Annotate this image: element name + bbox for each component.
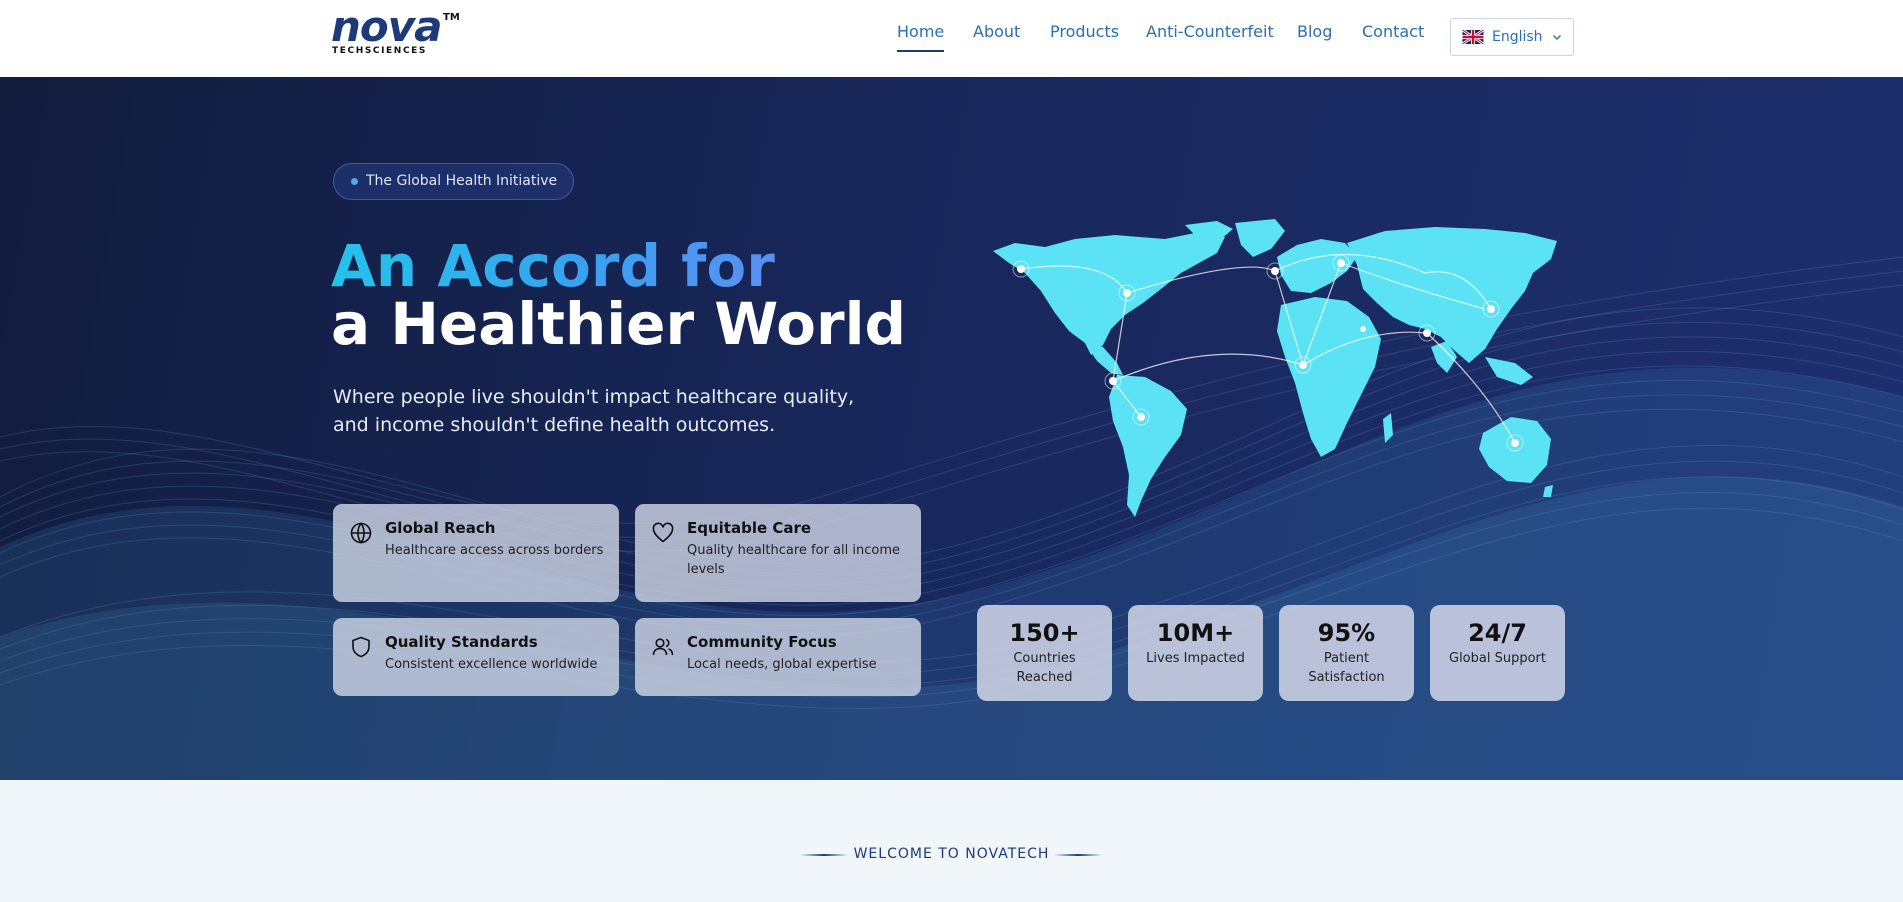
feature-desc: Consistent excellence worldwide: [385, 657, 598, 672]
hero-title-line2: a Healthier World: [331, 290, 907, 358]
feature-desc: Quality healthcare for all income levels: [687, 543, 900, 577]
initiative-badge: The Global Health Initiative: [333, 163, 575, 200]
stat-card-support: 24/7 Global Support: [1430, 605, 1565, 701]
badge-dot-icon: [351, 178, 358, 185]
users-icon: [652, 638, 674, 656]
heart-icon: [652, 522, 674, 543]
nav-home[interactable]: Home: [897, 22, 945, 52]
feature-title: Community Focus: [687, 633, 837, 651]
feature-title: Equitable Care: [687, 519, 812, 537]
feature-title: Quality Standards: [385, 633, 538, 651]
globe-icon: [350, 522, 372, 544]
eyebrow-line-right: [1054, 854, 1102, 856]
stat-card-satisfaction: 95% Patient Satisfaction: [1279, 605, 1414, 701]
welcome-section: WELCOME TO NOVATECH: [0, 780, 1903, 902]
stat-value: 10M+: [1156, 619, 1235, 647]
stat-label: Global Support: [1449, 651, 1546, 666]
feature-card-community-focus: Community Focus Local needs, global expe…: [635, 618, 921, 696]
stat-label: Patient Satisfaction: [1308, 651, 1385, 685]
nav-about[interactable]: About: [973, 22, 1020, 41]
badge-label: The Global Health Initiative: [366, 173, 558, 189]
feature-title: Global Reach: [385, 519, 496, 537]
feature-card-quality-standards: Quality Standards Consistent excellence …: [333, 618, 619, 696]
world-map-illustration: [993, 219, 1557, 517]
hero-lead: Where people live shouldn't impact healt…: [333, 386, 855, 436]
logo-trademark: TM: [443, 12, 460, 23]
logo-wordmark: nova: [331, 2, 442, 51]
site-header: nova TM TECHSCIENCES Home About Products…: [0, 0, 1903, 77]
feature-desc: Local needs, global expertise: [687, 657, 877, 672]
feature-desc: Healthcare access across borders: [385, 543, 604, 558]
stat-card-countries: 150+ Countries Reached: [977, 605, 1112, 701]
stat-value: 95%: [1317, 619, 1376, 647]
stat-label: Lives Impacted: [1146, 651, 1245, 666]
stat-card-lives: 10M+ Lives Impacted: [1128, 605, 1263, 701]
stat-value: 24/7: [1468, 619, 1527, 647]
logo-subtitle: TECHSCIENCES: [332, 46, 427, 56]
language-label: English: [1492, 29, 1543, 45]
chevron-down-icon: [1552, 35, 1561, 40]
feature-card-equitable-care: Equitable Care Quality healthcare for al…: [635, 504, 921, 602]
nav-contact[interactable]: Contact: [1362, 22, 1424, 41]
welcome-eyebrow: WELCOME TO NOVATECH: [853, 846, 1050, 862]
hero-section: The Global Health Initiative An Accord f…: [0, 77, 1903, 780]
feature-card-global-reach: Global Reach Healthcare access across bo…: [333, 504, 619, 602]
shield-icon: [352, 636, 370, 658]
nav-products[interactable]: Products: [1050, 22, 1119, 41]
wave-background: [0, 256, 1903, 780]
stat-label: Countries Reached: [1013, 651, 1076, 685]
uk-flag-icon: [1462, 30, 1484, 44]
language-selector[interactable]: English: [1450, 18, 1574, 56]
nav-blog[interactable]: Blog: [1297, 22, 1332, 41]
brand-logo[interactable]: nova TM TECHSCIENCES: [331, 6, 461, 60]
nav-anti-counterfeit[interactable]: Anti-Counterfeit: [1146, 22, 1274, 41]
stat-value: 150+: [1009, 619, 1080, 647]
